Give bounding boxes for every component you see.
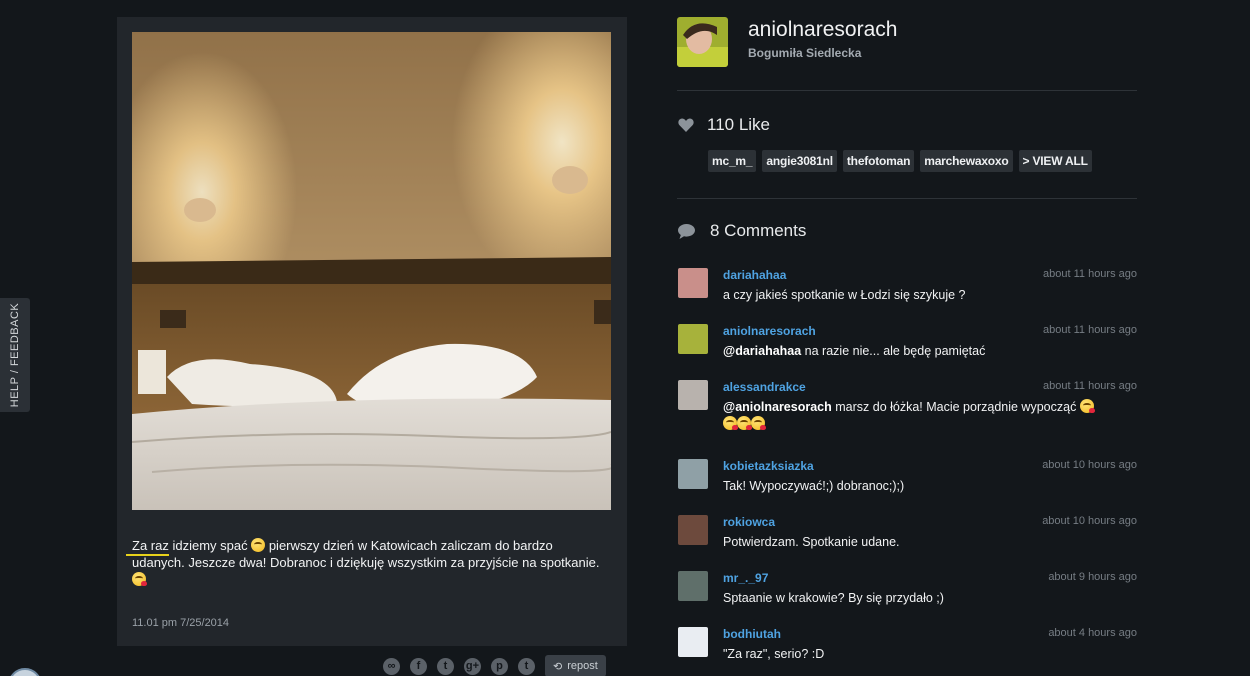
comment-text-body: marsz do łóżka! Macie porządnie wypocząć [831, 400, 1077, 414]
comments-header: 8 Comments [678, 221, 806, 241]
comment-timestamp: about 4 hours ago [1048, 627, 1137, 639]
likes-header: 110 Like [678, 115, 770, 135]
comment-timestamp: about 11 hours ago [1043, 380, 1137, 392]
comment-avatar[interactable] [678, 571, 708, 601]
comment-text: Sptaanie w krakowie? By się przydało ;) [723, 591, 944, 605]
profile-avatar[interactable] [677, 17, 728, 67]
comment-text: Potwierdzam. Spotkanie udane. [723, 535, 900, 549]
comment-mention[interactable]: @dariahahaa [723, 344, 801, 358]
liker-tag[interactable]: thefotoman [842, 150, 915, 172]
likes-count: 110 Like [707, 115, 771, 134]
kiss-emoji-icon [737, 416, 752, 430]
comment-text: Tak! Wypoczywać!;) dobranoc;);) [723, 479, 905, 493]
liker-tag[interactable]: angie3081nl [762, 150, 837, 172]
bedroom-photo-illustration [132, 32, 611, 510]
kiss-emoji-icon [1079, 399, 1095, 413]
comment-text: a czy jakieś spotkanie w Łodzi się szyku… [723, 288, 966, 302]
comment-item: kobietazksiazka about 10 hours ago Tak! … [678, 459, 1137, 519]
comment-username[interactable]: rokiowca [723, 515, 775, 529]
link-icon[interactable]: ∞ [383, 657, 400, 675]
help-feedback-tab[interactable]: HELP / FEEDBACK [0, 298, 30, 412]
speech-bubble-icon [678, 223, 695, 239]
help-feedback-label: HELP / FEEDBACK [9, 302, 21, 408]
caption-text-1: idziemy spać [168, 538, 252, 553]
comment-username[interactable]: aniolnaresorach [723, 324, 816, 338]
comment-text: @dariahahaa na razie nie... ale będę pam… [723, 343, 1135, 360]
comment-avatar[interactable] [678, 459, 708, 489]
comments-count: 8 Comments [710, 221, 807, 240]
comment-username[interactable]: bodhiutah [723, 627, 781, 641]
kiss-emoji-icon [751, 416, 766, 430]
comment-username[interactable]: kobietazksiazka [723, 459, 814, 473]
chat-bubble-icon[interactable] [8, 668, 42, 676]
comment-avatar[interactable] [678, 268, 708, 298]
pinterest-icon[interactable]: p [491, 657, 508, 675]
post-date: 11.01 pm 7/25/2014 [132, 617, 230, 629]
share-row: ∞ f t g+ p t ⟲ repost [383, 655, 606, 676]
comment-username[interactable]: dariahahaa [723, 268, 786, 282]
comment-item: bodhiutah about 4 hours ago "Za raz", se… [678, 627, 1137, 672]
comment-username[interactable]: alessandrakce [723, 380, 806, 394]
repost-button[interactable]: ⟲ repost [545, 655, 606, 676]
comment-timestamp: about 11 hours ago [1043, 324, 1137, 336]
comment-text: "Za raz", serio? :D [723, 647, 825, 661]
comment-avatar[interactable] [678, 515, 708, 545]
profile-avatar-image [677, 17, 728, 67]
facebook-icon[interactable]: f [410, 657, 427, 675]
post-caption: Za raz idziemy spać pierwszy dzień w Kat… [132, 537, 602, 588]
comment-username[interactable]: mr_._97 [723, 571, 768, 585]
comment-mention[interactable]: @aniolnaresorach [723, 400, 832, 414]
repost-icon: ⟲ [553, 660, 563, 673]
divider [677, 90, 1137, 91]
post-photo[interactable] [132, 32, 611, 510]
kiss-emoji-icon [723, 416, 738, 430]
heart-icon[interactable] [678, 118, 694, 132]
comment-avatar[interactable] [678, 324, 708, 354]
comment-avatar[interactable] [678, 627, 708, 657]
liker-tag[interactable]: mc_m_ [708, 150, 757, 172]
smile-emoji-icon [251, 538, 266, 552]
comment-timestamp: about 11 hours ago [1043, 268, 1137, 280]
divider [677, 198, 1137, 199]
profile-full-name: Bogumiła Siedlecka [748, 46, 862, 60]
kiss-emoji-icon [132, 572, 147, 586]
comment-avatar[interactable] [678, 380, 708, 410]
twitter-icon[interactable]: t [437, 657, 454, 675]
repost-label: repost [567, 660, 598, 672]
view-all-likes-button[interactable]: > VIEW ALL [1018, 150, 1092, 172]
comment-timestamp: about 9 hours ago [1048, 571, 1137, 583]
comment-text-body: na razie nie... ale będę pamiętać [801, 344, 986, 358]
comment-item: alessandrakce about 11 hours ago @anioln… [678, 380, 1137, 458]
comment-item: mr_._97 about 9 hours ago Sptaanie w kra… [678, 571, 1137, 631]
tumblr-icon[interactable]: t [518, 657, 535, 675]
comment-text: @aniolnaresorach marsz do łóżka! Macie p… [723, 399, 1135, 433]
comment-timestamp: about 10 hours ago [1042, 459, 1137, 471]
liker-tag[interactable]: marchewaxoxo [920, 150, 1013, 172]
comment-item: dariahahaa about 11 hours ago a czy jaki… [678, 268, 1137, 328]
comment-item: aniolnaresorach about 11 hours ago @dari… [678, 324, 1137, 384]
google-plus-icon[interactable]: g+ [464, 657, 481, 675]
post-card: Za raz idziemy spać pierwszy dzień w Kat… [117, 17, 627, 646]
caption-lead[interactable]: Za raz [132, 538, 169, 553]
comment-item: rokiowca about 10 hours ago Potwierdzam.… [678, 515, 1137, 575]
comment-timestamp: about 10 hours ago [1042, 515, 1137, 527]
likers-list: mc_m_ angie3081nl thefotoman marchewaxox… [708, 150, 1092, 172]
profile-username[interactable]: aniolnaresorach [748, 18, 897, 42]
